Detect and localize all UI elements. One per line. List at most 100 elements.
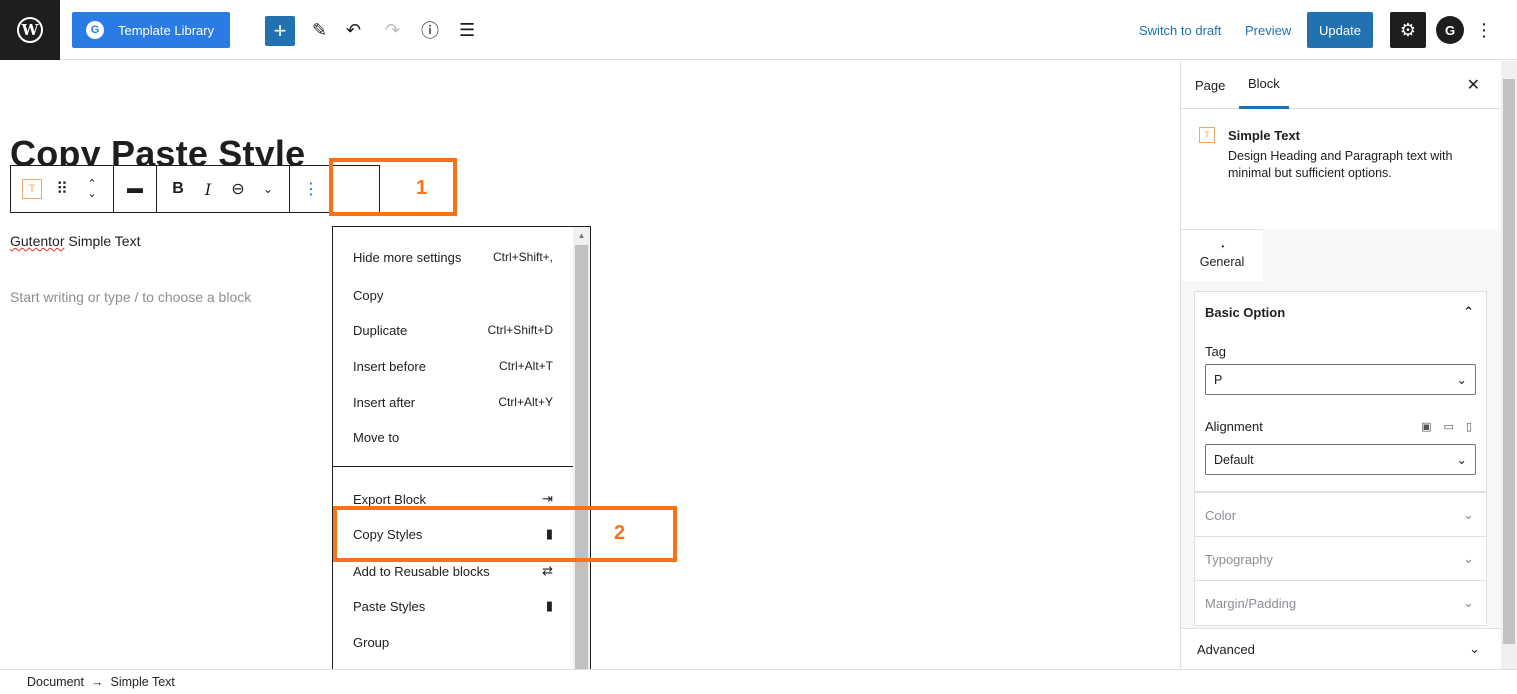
menu-item-label: Group — [353, 634, 390, 650]
tablet-icon[interactable]: ▭ — [1444, 420, 1454, 433]
breadcrumb-document[interactable]: Document — [27, 675, 84, 689]
block-options-menu: Hide more settings Ctrl+Shift+, Copy Dup… — [332, 226, 591, 694]
menu-item-move-to[interactable]: Move to — [353, 425, 553, 449]
menu-item-insert-before[interactable]: Insert before Ctrl+Alt+T — [353, 354, 553, 378]
align-icon[interactable]: ▬ — [120, 166, 150, 212]
chevron-down-icon: ⌄ — [1456, 373, 1467, 387]
menu-item-paste-styles[interactable]: Paste Styles ▮ — [353, 594, 553, 618]
callout-number-1: 1 — [416, 177, 428, 199]
block-type-button[interactable]: T — [17, 166, 47, 212]
reusable-icon: ⇄ — [542, 563, 553, 578]
chevron-up-icon: ⌃ — [1463, 304, 1474, 319]
settings-gear-icon[interactable]: ⚙ — [1390, 12, 1426, 48]
simple-text-block-icon: T — [1199, 127, 1215, 143]
menu-item-label: Duplicate — [353, 322, 408, 338]
menu-item-shortcut: Ctrl+Shift+, — [492, 250, 553, 264]
menu-item-label: Paste Styles — [353, 598, 426, 614]
chevron-down-icon: ⌄ — [1456, 453, 1467, 467]
block-card-title: Simple Text — [1228, 128, 1301, 143]
block-card-description: Design Heading and Paragraph text with m… — [1228, 149, 1453, 180]
chevron-down-icon: ⌄ — [1463, 551, 1474, 566]
chevron-down-icon: ⌄ — [1463, 595, 1474, 610]
panel-basic-option-header[interactable]: Basic Option ⌃ — [1195, 292, 1486, 332]
template-library-label: Template Library — [118, 22, 215, 38]
desktop-icon[interactable]: ▣ — [1421, 420, 1431, 433]
block-toolbar: T ⠿ ⌃ ⌄ ▬ B I ⊖ ⌄ ⋮ — [10, 165, 380, 213]
tab-block[interactable]: Block — [1239, 61, 1289, 109]
top-toolbar: W G Template Library + ✎ ↶ ↷ ⓘ ☰ Switch … — [0, 0, 1517, 60]
panel-title: Typography — [1205, 551, 1273, 567]
block-toolbar-group-format: B I ⊖ ⌄ — [157, 166, 290, 212]
paste-icon: ▮ — [545, 598, 553, 613]
menu-divider — [333, 466, 574, 467]
add-block-button[interactable]: + — [265, 16, 295, 46]
switch-to-draft-button[interactable]: Switch to draft — [1139, 23, 1221, 38]
alignment-select[interactable]: Default ⌄ — [1205, 444, 1476, 475]
spellcheck-word: Gutentor — [10, 233, 65, 249]
highlight-box-1 — [329, 158, 457, 216]
menu-item-duplicate[interactable]: Duplicate Ctrl+Shift+D — [353, 318, 553, 342]
preview-button[interactable]: Preview — [1245, 23, 1291, 38]
panel-title: Color — [1205, 507, 1237, 523]
page-scrollbar[interactable] — [1501, 61, 1517, 669]
redo-icon[interactable]: ↷ — [385, 18, 400, 42]
update-button[interactable]: Update — [1307, 12, 1373, 48]
gutentor-icon[interactable]: G — [1436, 16, 1464, 44]
tab-general[interactable]: ◔ General — [1181, 229, 1263, 281]
close-icon[interactable]: ✕ — [1467, 75, 1480, 95]
menu-item-copy[interactable]: Copy — [353, 283, 553, 307]
breadcrumb-simple-text[interactable]: Simple Text — [110, 675, 174, 689]
list-view-icon[interactable]: ☰ — [459, 18, 475, 42]
italic-button[interactable]: I — [193, 166, 223, 212]
breadcrumb: Document → Simple Text — [0, 669, 1517, 694]
menu-item-label: Export Block — [353, 491, 426, 507]
panel-margin-padding[interactable]: Margin/Padding ⌄ — [1194, 580, 1487, 626]
tag-select[interactable]: P ⌄ — [1205, 364, 1476, 395]
move-up-down-icon[interactable]: ⌃ ⌄ — [77, 166, 107, 212]
wordpress-logo-button[interactable]: W — [0, 0, 60, 60]
simple-text-block-icon: T — [22, 179, 42, 199]
menu-scrollbar[interactable]: ▲ ▼ — [573, 227, 590, 693]
drag-handle-icon[interactable]: ⠿ — [47, 166, 77, 212]
more-formats-chevron-icon[interactable]: ⌄ — [253, 166, 283, 212]
menu-scrollbar-thumb[interactable] — [575, 245, 588, 672]
menu-item-hide-more-settings[interactable]: Hide more settings Ctrl+Shift+, — [353, 245, 553, 269]
undo-icon[interactable]: ↶ — [346, 18, 361, 42]
link-icon[interactable]: ⊖ — [223, 166, 253, 212]
panel-title: Basic Option — [1205, 304, 1286, 320]
callout-number-2: 2 — [614, 522, 626, 544]
menu-item-group[interactable]: Group — [353, 630, 553, 654]
block-placeholder[interactable]: Start writing or type / to choose a bloc… — [10, 289, 251, 305]
mobile-icon[interactable]: ▯ — [1466, 420, 1472, 433]
panel-typography-header[interactable]: Typography ⌄ — [1195, 537, 1486, 581]
gutentor-icon: G — [86, 21, 104, 39]
menu-item-insert-after[interactable]: Insert after Ctrl+Alt+Y — [353, 390, 553, 414]
panel-basic-option: Basic Option ⌃ Tag P ⌄ Alignment ▣ ▭ ▯ D… — [1194, 291, 1487, 492]
info-icon[interactable]: ⓘ — [421, 18, 439, 42]
inspector-panels: Basic Option ⌃ Tag P ⌄ Alignment ▣ ▭ ▯ D… — [1181, 281, 1502, 671]
settings-sidebar: Page Block ✕ T Simple Text Design Headin… — [1180, 61, 1502, 671]
page-scrollbar-thumb[interactable] — [1503, 79, 1515, 644]
chevron-down-icon: ⌄ — [1463, 507, 1474, 522]
wordpress-logo-icon: W — [17, 17, 43, 43]
menu-item-label: Insert before — [353, 358, 426, 374]
menu-item-label: Copy — [353, 287, 384, 303]
menu-item-add-to-reusable-blocks[interactable]: Add to Reusable blocks ⇄ — [353, 559, 553, 583]
template-library-button[interactable]: G Template Library — [72, 12, 230, 48]
menu-item-shortcut: Ctrl+Alt+Y — [498, 395, 553, 409]
paragraph-block[interactable]: Gutentor Simple Text — [10, 233, 140, 249]
block-options-kebab-icon[interactable]: ⋮ — [296, 166, 326, 212]
panel-advanced[interactable]: Advanced ⌄ — [1181, 628, 1502, 669]
menu-item-label: Hide more settings — [353, 249, 462, 265]
panel-typography[interactable]: Typography ⌄ — [1194, 536, 1487, 582]
panel-color[interactable]: Color ⌄ — [1194, 492, 1487, 538]
block-toolbar-group-align: ▬ — [114, 166, 157, 212]
tab-page[interactable]: Page — [1195, 61, 1225, 109]
panel-margin-padding-header[interactable]: Margin/Padding ⌄ — [1195, 581, 1486, 625]
scroll-up-arrow-icon[interactable]: ▲ — [573, 227, 590, 244]
bold-button[interactable]: B — [163, 166, 193, 212]
pencil-tools-icon[interactable]: ✎ — [312, 18, 327, 42]
panel-color-header[interactable]: Color ⌄ — [1195, 493, 1486, 537]
options-kebab-icon[interactable]: ⋮ — [1475, 16, 1493, 44]
inspector-tabbar: ◔ General — [1181, 229, 1502, 281]
